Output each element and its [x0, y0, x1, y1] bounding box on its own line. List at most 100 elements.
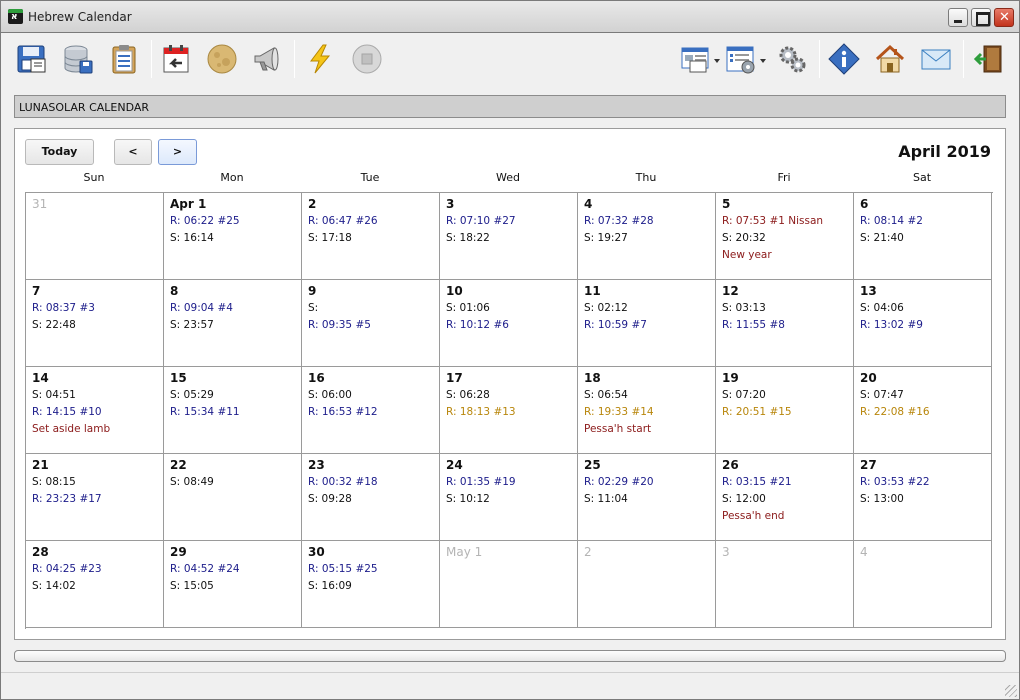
day-number: 9	[308, 284, 317, 298]
stop-icon[interactable]	[348, 40, 386, 78]
moonrise-text: R: 11:55 #8	[722, 319, 785, 331]
next-month-button[interactable]: >	[158, 139, 197, 165]
day-cell[interactable]: 15 S: 05:29 R: 15:34 #11	[164, 367, 302, 454]
day-cell[interactable]: 27 R: 03:53 #22 S: 13:00	[854, 454, 992, 541]
day-number: 11	[584, 284, 601, 298]
calendar-grid: 31 Apr 1 R: 06:22 #25 S: 16:14 2 R: 06:47 #26…	[25, 192, 993, 629]
moonrise-text: R: 06:22 #25	[170, 215, 240, 227]
settings-list-icon[interactable]	[723, 40, 769, 78]
moonset-text: S: 06:54	[584, 389, 628, 401]
day-number: 21	[32, 458, 49, 472]
home-icon[interactable]	[871, 40, 909, 78]
lightning-icon[interactable]	[301, 40, 339, 78]
today-button[interactable]: Today	[25, 139, 94, 165]
moonset-text: S: 18:22	[446, 232, 490, 244]
moonset-text: S:	[308, 302, 319, 314]
section-title: LUNASOLAR CALENDAR	[19, 101, 150, 114]
day-cell[interactable]: 10 S: 01:06 R: 10:12 #6	[440, 280, 578, 367]
megaphone-icon[interactable]	[248, 40, 286, 78]
day-cell[interactable]: 20 S: 07:47 R: 22:08 #16	[854, 367, 992, 454]
weekday-header: Sun	[83, 171, 105, 184]
moonrise-text: R: 06:47 #26	[308, 215, 378, 227]
day-number: 10	[446, 284, 463, 298]
day-number: 24	[446, 458, 463, 472]
day-cell[interactable]: 17 S: 06:28 R: 18:13 #13	[440, 367, 578, 454]
view-options-icon[interactable]	[677, 40, 723, 78]
day-cell[interactable]: 3	[716, 541, 854, 628]
day-cell[interactable]: 7 R: 08:37 #3 S: 22:48	[26, 280, 164, 367]
moonrise-text: R: 23:23 #17	[32, 493, 102, 505]
footer-divider	[1, 672, 1019, 673]
mail-icon[interactable]	[917, 40, 955, 78]
event-label: Pessa'h end	[722, 510, 785, 522]
day-cell[interactable]: Apr 1 R: 06:22 #25 S: 16:14	[164, 193, 302, 280]
minimize-button[interactable]	[948, 8, 968, 27]
database-save-icon[interactable]	[59, 40, 97, 78]
status-bar	[14, 650, 1006, 662]
resize-grip[interactable]	[1005, 685, 1017, 697]
moonrise-text: R: 10:12 #6	[446, 319, 509, 331]
day-cell[interactable]: 22 S: 08:49	[164, 454, 302, 541]
previous-month-button[interactable]: <	[114, 139, 152, 165]
day-cell[interactable]: 16 S: 06:00 R: 16:53 #12	[302, 367, 440, 454]
day-cell[interactable]: 8 R: 09:04 #4 S: 23:57	[164, 280, 302, 367]
save-data-icon[interactable]	[13, 40, 51, 78]
day-cell[interactable]: 25 R: 02:29 #20 S: 11:04	[578, 454, 716, 541]
day-number: May 1	[446, 545, 483, 559]
moon-icon[interactable]	[203, 40, 241, 78]
day-cell[interactable]: 11 S: 02:12 R: 10:59 #7	[578, 280, 716, 367]
moonrise-text: R: 03:15 #21	[722, 476, 792, 488]
day-number: 8	[170, 284, 179, 298]
moonset-text: S: 03:13	[722, 302, 766, 314]
day-cell[interactable]: 6 R: 08:14 #2 S: 21:40	[854, 193, 992, 280]
day-cell[interactable]: 19 S: 07:20 R: 20:51 #15	[716, 367, 854, 454]
day-cell[interactable]: 24 R: 01:35 #19 S: 10:12	[440, 454, 578, 541]
day-cell[interactable]: May 1	[440, 541, 578, 628]
day-cell[interactable]: 2	[578, 541, 716, 628]
day-cell[interactable]: 2 R: 06:47 #26 S: 17:18	[302, 193, 440, 280]
day-number: 2	[584, 545, 592, 559]
moonrise-text: R: 00:32 #18	[308, 476, 378, 488]
day-cell[interactable]: 5 R: 07:53 #1 Nissan S: 20:32 New year	[716, 193, 854, 280]
toolbar-separator	[294, 40, 295, 78]
day-cell[interactable]: 14 S: 04:51 R: 14:15 #10 Set aside lamb	[26, 367, 164, 454]
moonrise-text: R: 10:59 #7	[584, 319, 647, 331]
moonrise-text: R: 02:29 #20	[584, 476, 654, 488]
day-cell[interactable]: 9 S: R: 09:35 #5	[302, 280, 440, 367]
day-number: 19	[722, 371, 739, 385]
day-number: 22	[170, 458, 187, 472]
day-cell[interactable]: 28 R: 04:25 #23 S: 14:02	[26, 541, 164, 628]
day-number: 31	[32, 197, 48, 211]
day-cell[interactable]: 30 R: 05:15 #25 S: 16:09	[302, 541, 440, 628]
day-cell[interactable]: 29 R: 04:52 #24 S: 15:05	[164, 541, 302, 628]
day-cell[interactable]: 12 S: 03:13 R: 11:55 #8	[716, 280, 854, 367]
calendar-import-icon[interactable]	[157, 40, 195, 78]
maximize-button[interactable]	[971, 8, 991, 27]
toolbar-separator	[963, 40, 964, 78]
day-cell[interactable]: 18 S: 06:54 R: 19:33 #14 Pessa'h start	[578, 367, 716, 454]
toolbar-separator	[151, 40, 152, 78]
day-cell[interactable]: 3 R: 07:10 #27 S: 18:22	[440, 193, 578, 280]
weekday-header: Fri	[777, 171, 791, 184]
moonset-text: S: 01:06	[446, 302, 490, 314]
moonrise-text: R: 09:04 #4	[170, 302, 233, 314]
day-cell[interactable]: 4 R: 07:32 #28 S: 19:27	[578, 193, 716, 280]
moonset-text: S: 06:00	[308, 389, 352, 401]
day-cell[interactable]: 31	[26, 193, 164, 280]
moonset-text: S: 06:28	[446, 389, 490, 401]
section-header: LUNASOLAR CALENDAR	[14, 95, 1006, 118]
event-label: Set aside lamb	[32, 423, 111, 435]
info-icon[interactable]	[825, 40, 863, 78]
day-cell[interactable]: 23 R: 00:32 #18 S: 09:28	[302, 454, 440, 541]
clipboard-icon[interactable]	[105, 40, 143, 78]
moonset-text: S: 11:04	[584, 493, 628, 505]
gears-icon[interactable]	[773, 40, 811, 78]
close-button[interactable]	[994, 8, 1014, 27]
day-cell[interactable]: 4	[854, 541, 992, 628]
day-number: 16	[308, 371, 325, 385]
exit-door-icon[interactable]	[969, 40, 1007, 78]
day-cell[interactable]: 13 S: 04:06 R: 13:02 #9	[854, 280, 992, 367]
day-cell[interactable]: 26 R: 03:15 #21 S: 12:00 Pessa'h end	[716, 454, 854, 541]
day-cell[interactable]: 21 S: 08:15 R: 23:23 #17	[26, 454, 164, 541]
day-number: 17	[446, 371, 463, 385]
